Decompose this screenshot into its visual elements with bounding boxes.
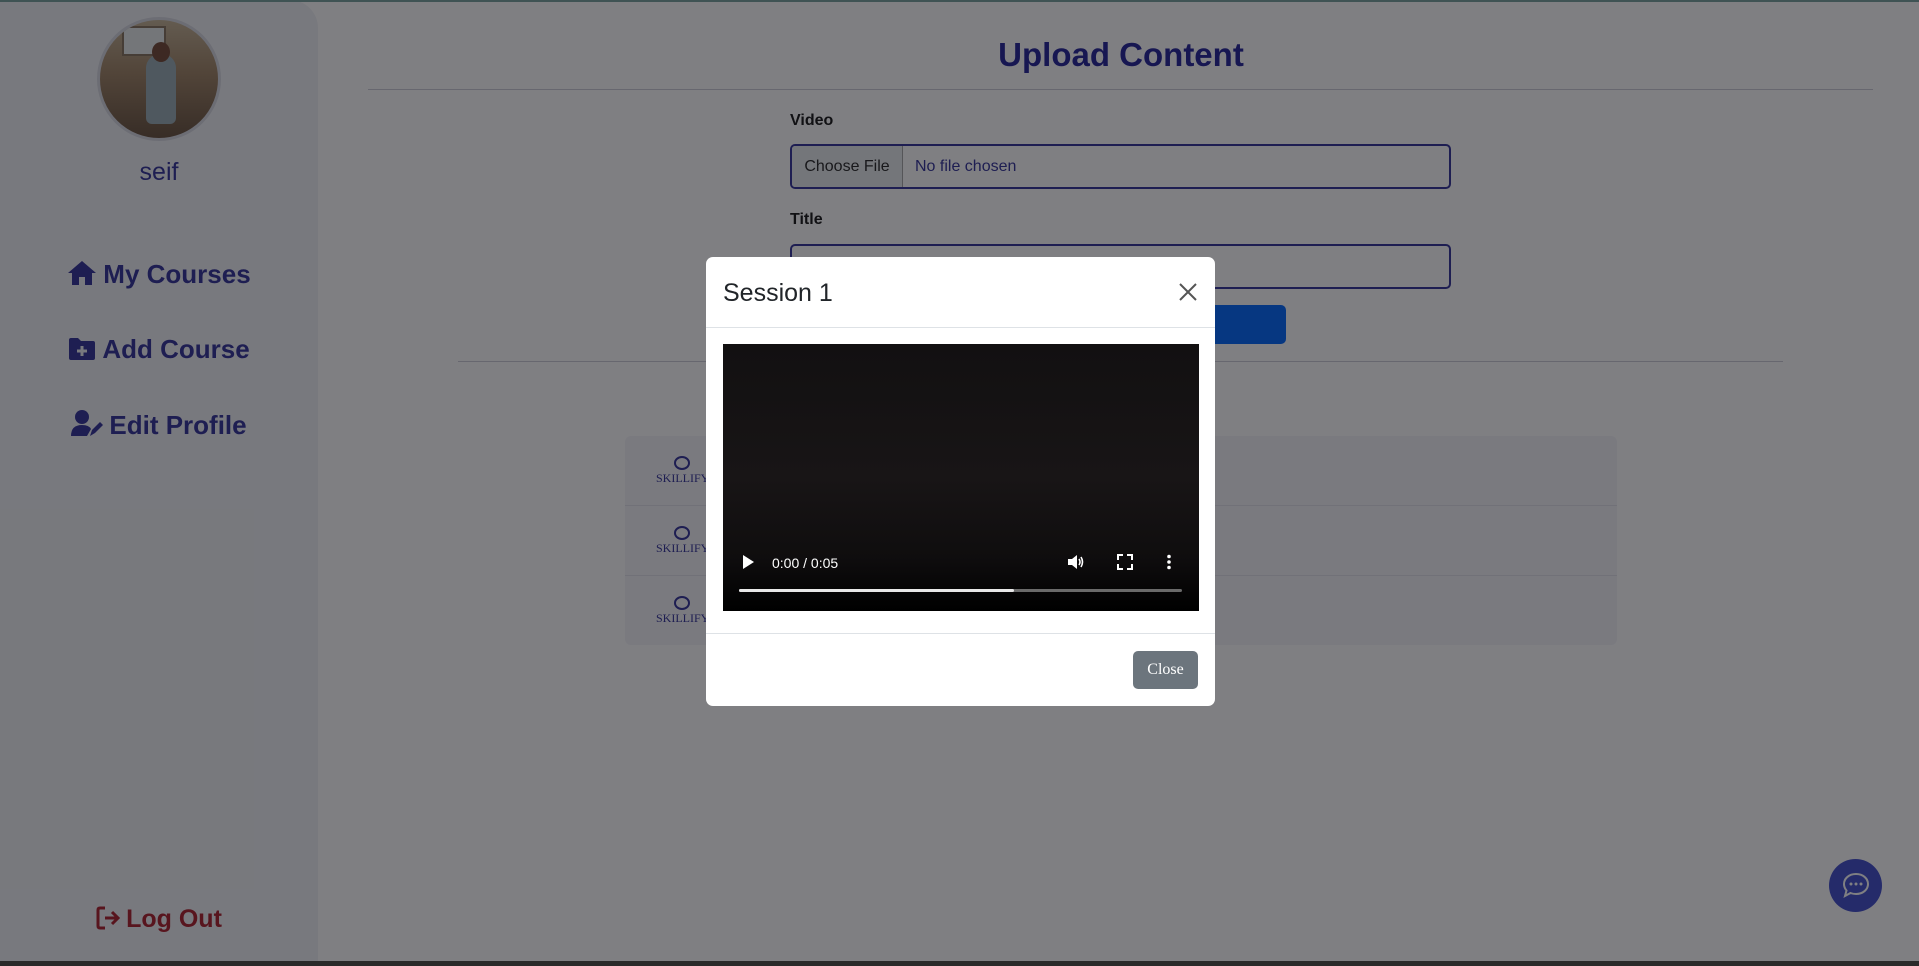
video-time: 0:00 / 0:05: [772, 555, 839, 571]
modal-title: Session 1: [723, 279, 833, 307]
video-progress-fill: [739, 589, 1014, 592]
more-options-icon[interactable]: [1166, 554, 1172, 570]
taskbar-edge: [0, 961, 1919, 966]
modal-footer: Close: [706, 633, 1215, 706]
close-icon[interactable]: [1177, 281, 1199, 303]
video-player[interactable]: 0:00 / 0:05: [723, 344, 1199, 611]
close-button[interactable]: Close: [1133, 651, 1198, 689]
video-modal: Session 1 0:00 / 0:05 Close: [706, 257, 1215, 706]
modal-header: Session 1: [706, 257, 1215, 328]
play-icon[interactable]: [741, 554, 755, 570]
video-progress-bar[interactable]: [739, 589, 1182, 592]
fullscreen-icon[interactable]: [1117, 554, 1133, 570]
volume-icon[interactable]: [1067, 554, 1085, 570]
